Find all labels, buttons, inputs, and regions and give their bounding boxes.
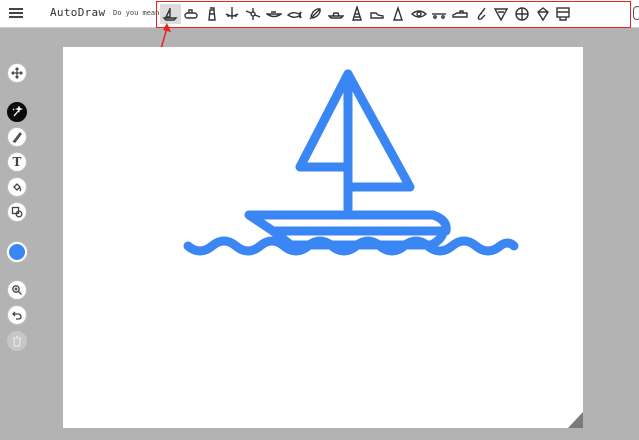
suggestion-submarine-2-icon[interactable] (326, 4, 347, 24)
suggestion-soccer-ball-icon[interactable] (512, 4, 533, 24)
type-tool[interactable]: T (7, 152, 27, 172)
zoom-tool[interactable] (7, 280, 27, 300)
suggestion-eye-icon[interactable] (408, 4, 429, 24)
move-tool[interactable] (7, 63, 27, 83)
autodraw-icon (12, 106, 23, 117)
text-icon: T (12, 155, 22, 169)
suggestion-chandelier-icon[interactable] (222, 4, 243, 24)
canvas-resize-handle[interactable] (568, 412, 583, 428)
suggestion-diamond-icon[interactable] (532, 4, 553, 24)
undo-icon (12, 311, 22, 320)
shape-tool[interactable] (7, 202, 27, 222)
draw-tool[interactable] (7, 127, 27, 147)
color-swatch[interactable] (7, 242, 27, 262)
delete-tool[interactable] (7, 331, 27, 351)
fill-tool[interactable] (7, 177, 27, 197)
autodraw-tool[interactable] (7, 102, 27, 122)
suggestion-whale-icon[interactable] (284, 4, 305, 24)
app-title: AutoDraw (50, 6, 106, 19)
suggestion-skateboard-icon[interactable] (429, 4, 450, 24)
trash-icon (13, 335, 21, 347)
partial-edge-icon (633, 6, 639, 20)
suggestion-rocket-icon[interactable] (305, 4, 326, 24)
move-icon (11, 67, 23, 79)
suggestion-sneaker-icon[interactable] (367, 4, 388, 24)
suggestion-tower-icon[interactable] (346, 4, 367, 24)
suggestion-cone-icon[interactable] (388, 4, 409, 24)
pencil-icon (12, 132, 22, 143)
suggestion-pizza-slice-icon[interactable] (491, 4, 512, 24)
shape-icon (11, 206, 23, 218)
suggestion-lighthouse-icon[interactable] (201, 4, 222, 24)
sailboat-drawing (183, 69, 519, 256)
suggestion-train-icon[interactable] (450, 4, 471, 24)
suggestion-satellite-icon[interactable] (243, 4, 264, 24)
fill-icon (13, 183, 22, 192)
suggestion-canoe-icon[interactable] (263, 4, 284, 24)
zoom-icon (12, 285, 22, 295)
suggestion-submarine-icon[interactable] (181, 4, 202, 24)
suggestion-store-icon[interactable] (553, 4, 574, 24)
tool-sidebar: T (0, 60, 36, 360)
suggestion-saxophone-icon[interactable] (470, 4, 491, 24)
hamburger-icon[interactable] (8, 5, 24, 21)
drawing-canvas[interactable] (63, 47, 583, 428)
suggestion-row (160, 3, 574, 25)
undo-tool[interactable] (7, 305, 27, 325)
top-bar: AutoDraw Do you mean: (0, 0, 639, 28)
